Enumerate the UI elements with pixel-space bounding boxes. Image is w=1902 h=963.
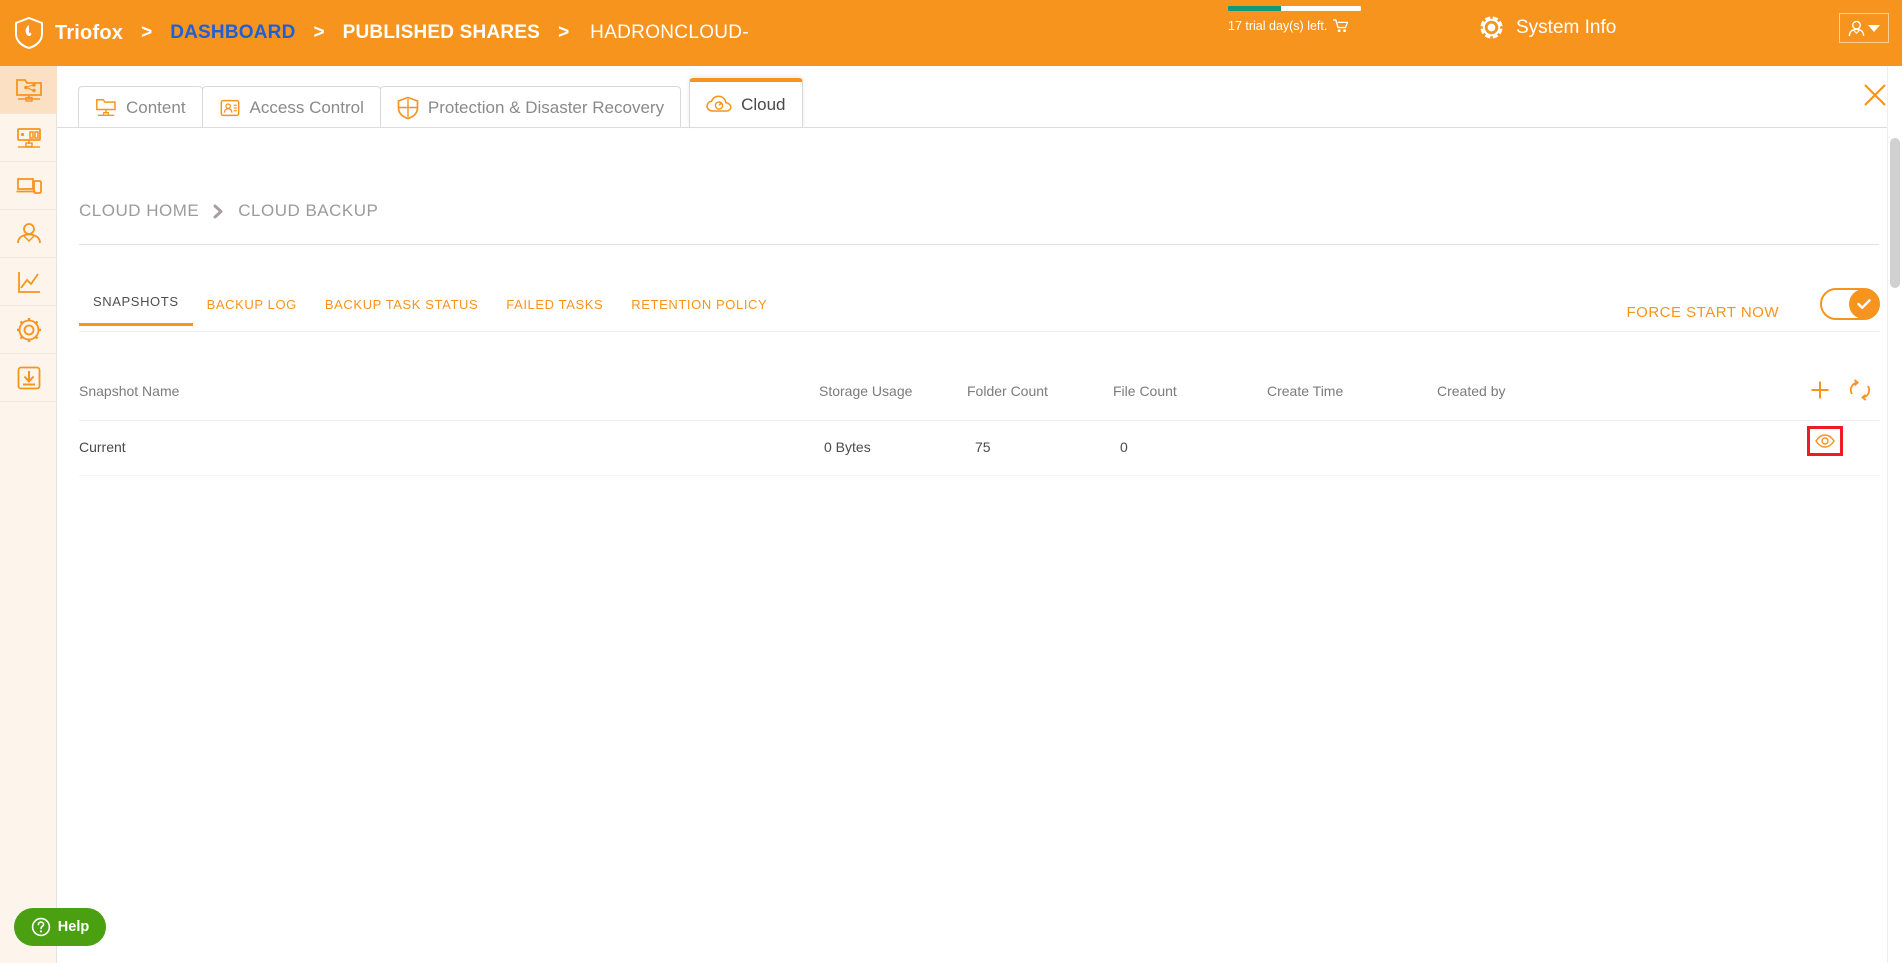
breadcrumb-separator-3: > [558, 22, 570, 43]
tab-content[interactable]: Content [78, 86, 203, 128]
brand[interactable]: Triofox > DASHBOARD > PUBLISHED SHARES >… [0, 17, 749, 49]
cell-storage-usage: 0 Bytes [824, 439, 871, 455]
view-snapshot-button[interactable] [1807, 426, 1843, 456]
shield-protection-icon [397, 96, 419, 119]
top-header-bar: Triofox > DASHBOARD > PUBLISHED SHARES >… [0, 0, 1902, 66]
shared-folder-icon [15, 78, 42, 102]
refresh-icon[interactable] [1847, 378, 1873, 402]
column-header-folder-count[interactable]: Folder Count [967, 383, 1048, 399]
cell-file-count: 0 [1120, 439, 1128, 455]
toggle-knob [1849, 289, 1879, 319]
breadcrumb-separator-1: > [141, 22, 153, 43]
subtab-backup-log[interactable]: BACKUP LOG [193, 297, 311, 326]
tab-cloud-label: Cloud [741, 95, 786, 114]
breadcrumb-published-shares[interactable]: PUBLISHED SHARES [343, 22, 540, 44]
main-content-panel: Content Access Control Protection & Disa… [57, 66, 1902, 963]
tab-access-control[interactable]: Access Control [201, 86, 381, 128]
breadcrumb-cloud-backup[interactable]: CLOUD BACKUP [238, 201, 378, 221]
gear-icon [16, 317, 41, 342]
help-button[interactable]: Help [14, 908, 106, 946]
column-header-storage-usage[interactable]: Storage Usage [819, 383, 912, 399]
column-header-create-time[interactable]: Create Time [1267, 383, 1343, 399]
access-control-icon [220, 99, 239, 116]
trial-progress-bar [1228, 6, 1361, 11]
sidebar-item-reports[interactable] [0, 258, 57, 306]
sidebar-item-settings[interactable] [0, 306, 57, 354]
sidebar-item-shared-folder[interactable] [0, 66, 57, 114]
table-header-row: Snapshot Name Storage Usage Folder Count… [79, 366, 1879, 421]
tab-content-label: Content [126, 97, 186, 117]
cell-folder-count: 75 [975, 439, 991, 455]
help-label: Help [57, 919, 90, 935]
table-row[interactable]: Current 0 Bytes 75 0 [79, 421, 1879, 476]
sidebar-item-users[interactable] [0, 210, 57, 258]
chart-line-icon [17, 271, 40, 293]
system-info-button[interactable]: System Info [1478, 14, 1616, 41]
subtab-failed-tasks[interactable]: FAILED TASKS [492, 297, 617, 326]
backup-enabled-toggle[interactable] [1820, 288, 1880, 320]
table-header-actions [1809, 378, 1873, 402]
sidebar-item-devices[interactable] [0, 162, 57, 210]
force-start-now-button[interactable]: FORCE START NOW [1626, 304, 1779, 321]
column-header-file-count[interactable]: File Count [1113, 383, 1177, 399]
chevron-down-icon [1868, 24, 1880, 32]
subtab-backup-task-status[interactable]: BACKUP TASK STATUS [311, 297, 492, 326]
column-header-created-by[interactable]: Created by [1437, 383, 1505, 399]
user-menu-button[interactable] [1839, 13, 1889, 43]
trial-days-label: 17 trial day(s) left. [1228, 19, 1328, 33]
trial-status: 17 trial day(s) left. [1228, 6, 1368, 33]
gear-icon [1478, 14, 1505, 41]
breadcrumb-cloud-home[interactable]: CLOUD HOME [79, 201, 199, 221]
brand-name: Triofox [55, 21, 124, 44]
shopping-cart-icon[interactable] [1333, 19, 1349, 33]
left-sidebar [0, 66, 57, 963]
tab-cloud[interactable]: Cloud [689, 78, 803, 128]
sidebar-item-downloads[interactable] [0, 354, 57, 402]
plus-icon[interactable] [1809, 379, 1831, 401]
snapshots-table: Snapshot Name Storage Usage Folder Count… [79, 366, 1879, 476]
chevron-right-icon [213, 204, 223, 218]
download-icon [17, 366, 40, 389]
tab-protection-disaster-recovery[interactable]: Protection & Disaster Recovery [379, 86, 682, 128]
devices-icon [16, 177, 42, 194]
subtab-retention-policy[interactable]: RETENTION POLICY [617, 297, 781, 326]
user-icon [1848, 20, 1865, 36]
eye-icon [1815, 434, 1835, 448]
page-breadcrumb: CLOUD HOME CLOUD BACKUP [79, 201, 378, 221]
tab-strip-divider [57, 127, 1902, 128]
shield-icon [15, 17, 43, 49]
breadcrumb-current-share: HADRONCLOUD- [590, 22, 749, 43]
tab-protection-label: Protection & Disaster Recovery [427, 97, 665, 117]
tab-strip: Content Access Control Protection & Disa… [78, 78, 803, 128]
subtab-snapshots[interactable]: SNAPSHOTS [79, 294, 193, 326]
cloud-sync-icon [706, 95, 732, 112]
sub-tab-bar: SNAPSHOTS BACKUP LOG BACKUP TASK STATUS … [79, 294, 781, 326]
breadcrumb-divider [79, 244, 1879, 245]
trial-progress-fill [1228, 6, 1282, 11]
breadcrumb-dashboard[interactable]: DASHBOARD [170, 22, 295, 44]
user-icon [16, 222, 41, 243]
check-icon [1857, 299, 1871, 309]
column-header-snapshot-name[interactable]: Snapshot Name [79, 383, 179, 399]
close-icon[interactable] [1862, 82, 1888, 108]
vertical-scrollbar-thumb[interactable] [1890, 138, 1900, 288]
tab-access-control-label: Access Control [249, 97, 364, 117]
cell-snapshot-name: Current [79, 439, 126, 455]
subtab-divider [79, 331, 1879, 332]
question-circle-icon [31, 917, 50, 937]
vertical-scrollbar-track[interactable] [1887, 66, 1902, 963]
server-monitor-icon [16, 127, 41, 148]
system-info-label: System Info [1516, 16, 1617, 38]
sidebar-item-server[interactable] [0, 114, 57, 162]
breadcrumb-separator-2: > [313, 22, 325, 43]
folder-network-icon [96, 98, 116, 116]
